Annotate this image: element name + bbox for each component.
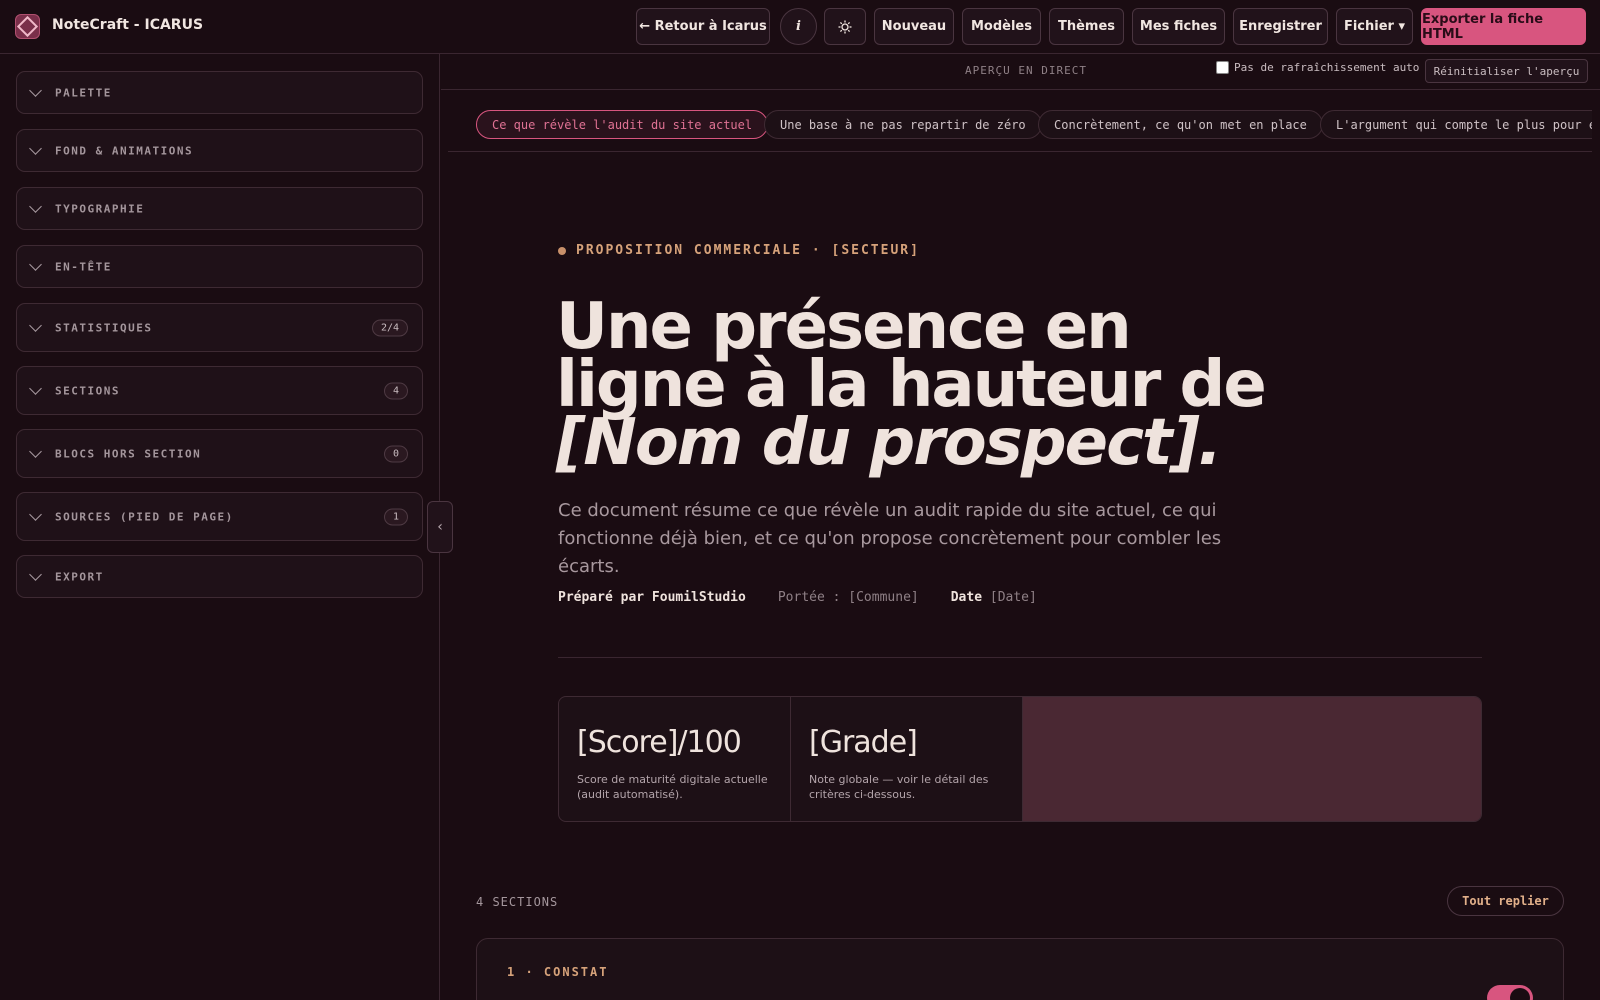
section-enabled-toggle[interactable] — [1487, 985, 1533, 1000]
accordion-label: TYPOGRAPHIE — [55, 202, 145, 215]
count-badge: 1 — [383, 508, 408, 525]
tab-audit[interactable]: Ce que révèle l'audit du site actuel — [476, 110, 769, 139]
accordion-label: EXPORT — [55, 570, 104, 583]
chevron-down-icon — [29, 507, 42, 521]
auto-refresh-toggle[interactable]: Pas de rafraîchissement auto — [1216, 61, 1419, 74]
accordion-sources-footer[interactable]: SOURCES (PIED DE PAGE) 1 — [16, 492, 423, 541]
chevron-down-icon — [29, 444, 42, 458]
accordion-background-animations[interactable]: FOND & ANIMATIONS — [16, 129, 423, 172]
chevron-down-icon — [29, 83, 42, 97]
theme-toggle-icon — [838, 20, 852, 33]
meta-row: Préparé par FoumilStudio Portée : [Commu… — [558, 590, 1069, 605]
accordion-export[interactable]: EXPORT — [16, 555, 423, 598]
accordion-label: PALETTE — [55, 86, 112, 99]
my-sheets-button[interactable]: Mes fiches — [1132, 8, 1225, 45]
scope: Portée : [Commune] — [777, 590, 919, 605]
accordion-label: SOURCES (PIED DE PAGE) — [55, 510, 234, 523]
fold-all-button[interactable]: Tout replier — [1447, 886, 1564, 916]
sidebar-collapse-button[interactable]: ‹ — [427, 501, 453, 553]
stat-value: [Grade] — [809, 725, 918, 760]
date-label: Date — [950, 590, 983, 605]
back-to-icarus-button[interactable]: ← Retour à Icarus — [636, 8, 770, 45]
divider — [558, 657, 1482, 658]
live-preview-label: APERÇU EN DIRECT — [965, 64, 1087, 77]
stat-card: [Score]/100 Score de maturité digitale a… — [559, 697, 791, 821]
stat-caption: Score de maturité digitale actuelle (aud… — [577, 773, 768, 801]
toggle-knob — [1510, 988, 1530, 1000]
stat-caption: Note globale — voir le détail des critèr… — [809, 773, 989, 801]
reset-preview-button[interactable]: Réinitialiser l'aperçu — [1425, 59, 1588, 83]
themes-button[interactable]: Thèmes — [1049, 8, 1124, 45]
accordion-label: STATISTIQUES — [55, 321, 153, 334]
stat-empty-slot — [1023, 697, 1481, 821]
chevron-down-icon — [29, 567, 42, 581]
sections-count: 4 SECTIONS — [476, 895, 559, 909]
top-bar: NoteCraft - ICARUS ← Retour à Icarus i N… — [0, 0, 1600, 54]
chevron-down-icon — [29, 199, 42, 213]
chevron-down-icon — [29, 381, 42, 395]
eyebrow: PROPOSITION COMMERCIALE · [SECTEUR] — [558, 243, 920, 258]
templates-button[interactable]: Modèles — [962, 8, 1041, 45]
auto-refresh-checkbox[interactable] — [1216, 61, 1229, 74]
accordion-statistics[interactable]: STATISTIQUES 2/4 — [16, 303, 423, 352]
sidebar: PALETTE FOND & ANIMATIONS TYPOGRAPHIE EN… — [0, 54, 440, 1000]
chevron-down-icon — [29, 318, 42, 332]
count-badge: 2/4 — [371, 319, 408, 336]
date-value: [Date] — [989, 590, 1037, 605]
accordion-blocks-outside-section[interactable]: BLOCS HORS SECTION 0 — [16, 429, 423, 478]
chevron-down-icon — [29, 141, 42, 155]
app-logo-icon — [15, 14, 40, 39]
count-badge: 0 — [383, 445, 408, 462]
section-tabs: Ce que révèle l'audit du site actuel Une… — [448, 91, 1592, 152]
eyebrow-text: PROPOSITION COMMERCIALE · [SECTEUR] — [576, 243, 920, 258]
accordion-palette[interactable]: PALETTE — [16, 71, 423, 114]
accordion-header[interactable]: EN-TÊTE — [16, 245, 423, 288]
stats-panel: [Score]/100 Score de maturité digitale a… — [558, 696, 1482, 822]
file-menu-button[interactable]: Fichier ▾ — [1336, 8, 1413, 45]
export-html-button[interactable]: Exporter la fiche HTML — [1421, 8, 1586, 45]
hero-title: Une présence en ligne à la hauteur de [N… — [556, 295, 1276, 480]
hero-subtitle: Ce document résume ce que révèle un audi… — [558, 500, 1222, 577]
prepared-by: Préparé par FoumilStudio — [558, 590, 746, 605]
accordion-sections[interactable]: SECTIONS 4 — [16, 366, 423, 415]
app-title: NoteCraft - ICARUS — [52, 17, 204, 33]
count-badge: 4 — [383, 382, 408, 399]
sun-icon[interactable] — [824, 8, 866, 45]
info-icon[interactable]: i — [780, 8, 817, 45]
new-button[interactable]: Nouveau — [874, 8, 954, 45]
accordion-typography[interactable]: TYPOGRAPHIE — [16, 187, 423, 230]
stat-value: [Score]/100 — [577, 725, 742, 760]
tab-concretely[interactable]: Concrètement, ce qu'on met en place — [1038, 110, 1323, 139]
eyebrow-dot-icon — [558, 246, 566, 255]
save-button[interactable]: Enregistrer — [1233, 8, 1328, 45]
chevron-down-icon — [29, 257, 42, 271]
hero-title-line-3: [Nom du prospect]. — [556, 406, 1222, 480]
chevron-left-icon: ‹ — [437, 519, 443, 535]
accordion-label: FOND & ANIMATIONS — [55, 144, 194, 157]
tab-argument[interactable]: L'argument qui compte le plus pour eu — [1320, 110, 1592, 139]
auto-refresh-label: Pas de rafraîchissement auto — [1234, 61, 1420, 74]
stat-card: [Grade] Note globale — voir le détail de… — [791, 697, 1023, 821]
accordion-label: SECTIONS — [55, 384, 120, 397]
accordion-label: BLOCS HORS SECTION — [55, 447, 202, 460]
section-title: 1 · CONSTAT — [507, 965, 609, 979]
accordion-label: EN-TÊTE — [55, 260, 112, 273]
section-card: 1 · CONSTAT — [476, 938, 1564, 1000]
tab-base[interactable]: Une base à ne pas repartir de zéro — [764, 110, 1042, 139]
